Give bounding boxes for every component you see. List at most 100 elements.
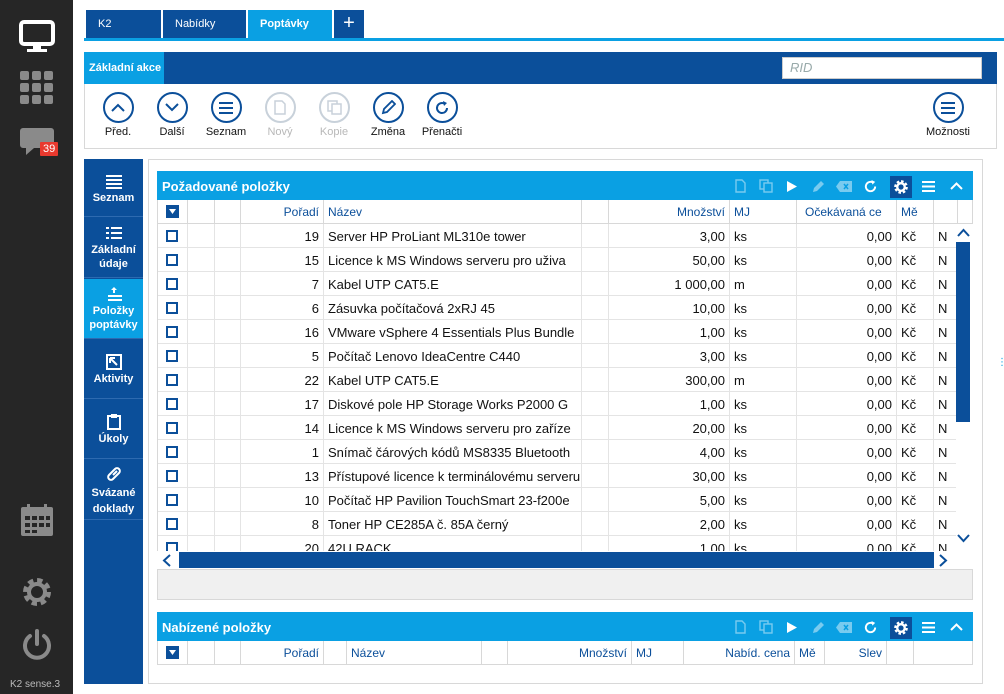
collapse-icon[interactable] (947, 177, 965, 195)
cell-mj: ks (730, 296, 797, 320)
basic-actions-tab[interactable]: Základní akce (84, 52, 164, 84)
new-button[interactable]: Nový (255, 92, 305, 138)
table-row[interactable]: 1 Snímač čárových kódů MS8335 Bluetooth 4,… (158, 440, 956, 464)
column-header-mj[interactable]: MJ (730, 200, 797, 223)
edit-button[interactable]: Změna (363, 92, 413, 138)
nav-item-polozky-poptavky[interactable]: Položky poptávky (84, 279, 143, 339)
rid-input[interactable]: RID (782, 57, 982, 79)
gear-icon[interactable] (890, 176, 912, 198)
delete-icon[interactable] (835, 618, 853, 636)
vertical-scroll-thumb[interactable] (956, 242, 970, 422)
column-header-poradi[interactable]: Pořadí (241, 200, 324, 223)
scroll-down-icon[interactable] (957, 534, 970, 543)
add-tab-button[interactable]: + (334, 10, 364, 39)
select-all-checkbox[interactable] (166, 205, 179, 218)
table-row[interactable]: 17 Diskové pole HP Storage Works P2000 G 1… (158, 392, 956, 416)
play-icon[interactable] (783, 177, 801, 195)
activity-icon (84, 346, 143, 370)
row-checkbox[interactable] (166, 278, 178, 290)
horizontal-scroll-thumb[interactable] (179, 552, 934, 568)
nav-item-seznam[interactable]: Seznam (84, 159, 143, 217)
row-checkbox[interactable] (166, 254, 178, 266)
refresh-icon[interactable] (861, 177, 879, 195)
column-header-poradi[interactable]: Pořadí (241, 641, 324, 664)
table-row[interactable]: 20 42U RACK 1,00 ks 0,00 Kč N (158, 536, 956, 551)
cell-poradi: 16 (241, 320, 324, 344)
column-header-mnozstvi[interactable]: Množství (508, 641, 632, 664)
chat-icon[interactable] (0, 116, 73, 166)
column-header-slev[interactable]: Slev (825, 641, 887, 664)
tab-k2[interactable]: K2 (86, 10, 161, 39)
table-row[interactable]: 6 Zásuvka počítačová 2xRJ 45 10,00 ks 0,00 Kč… (158, 296, 956, 320)
pencil-icon[interactable] (809, 618, 827, 636)
row-checkbox[interactable] (166, 326, 178, 338)
options-button[interactable]: Možnosti (923, 92, 973, 138)
row-checkbox[interactable] (166, 422, 178, 434)
next-button[interactable]: Další (147, 92, 197, 138)
pencil-icon[interactable] (809, 177, 827, 195)
row-checkbox[interactable] (166, 350, 178, 362)
horizontal-scrollbar[interactable] (157, 551, 956, 569)
row-checkbox[interactable] (166, 446, 178, 458)
gear-icon[interactable] (890, 617, 912, 639)
scroll-right-icon[interactable] (939, 554, 948, 567)
vertical-scrollbar[interactable] (956, 224, 972, 551)
row-checkbox[interactable] (166, 302, 178, 314)
select-all-checkbox[interactable] (166, 646, 179, 659)
table-row[interactable]: 15 Licence k MS Windows serveru pro uživa… (158, 248, 956, 272)
collapse-icon[interactable] (947, 618, 965, 636)
menu-icon[interactable] (919, 618, 937, 636)
table-row[interactable]: 7 Kabel UTP CAT5.E 1 000,00 m 0,00 Kč N (158, 272, 956, 296)
scroll-up-icon[interactable] (957, 228, 970, 237)
new-document-icon[interactable] (731, 177, 749, 195)
column-header-mj[interactable]: MJ (632, 641, 684, 664)
column-header-mnozstvi[interactable]: Množství (609, 200, 730, 223)
table-row[interactable]: 16 VMware vSphere 4 Essentials Plus Bundl… (158, 320, 956, 344)
row-checkbox[interactable] (166, 494, 178, 506)
prev-button[interactable]: Před. (93, 92, 143, 138)
column-header-nabid-cena[interactable]: Nabíd. cena (684, 641, 795, 664)
table-row[interactable]: 19 Server HP ProLiant ML310e tower 3,00 ks 0… (158, 224, 956, 248)
calendar-icon[interactable] (0, 495, 73, 545)
delete-icon[interactable] (835, 177, 853, 195)
nav-item-ukoly[interactable]: Úkoly (84, 400, 143, 459)
monitor-icon[interactable] (0, 12, 73, 62)
table-row[interactable]: 13 Přístupové licence k terminálovému ser… (158, 464, 956, 488)
column-header-nazev[interactable]: Název (324, 200, 582, 223)
table-row[interactable]: 10 Počítač HP Pavilion TouchSmart 23-f200… (158, 488, 956, 512)
table-row[interactable]: 8 Toner HP CE285A č. 85A černý 2,00 ks 0,00 K… (158, 512, 956, 536)
copy-button[interactable]: Kopie (309, 92, 359, 138)
nav-item-svazane-doklady[interactable]: Svázané doklady (84, 460, 143, 520)
tab-nabidky[interactable]: Nabídky (163, 10, 246, 39)
play-icon[interactable] (783, 618, 801, 636)
nav-item-zakladni-udaje[interactable]: Základní údaje (84, 218, 143, 278)
table-row[interactable]: 5 Počítač Lenovo IdeaCentre C440 3,00 ks 0,0… (158, 344, 956, 368)
menu-icon[interactable] (919, 177, 937, 195)
refresh-icon[interactable] (861, 618, 879, 636)
column-header-ocekavana-cena[interactable]: Očekávaná ce (797, 200, 897, 223)
copy-icon[interactable] (757, 177, 775, 195)
row-checkbox[interactable] (166, 398, 178, 410)
cell-nazev: Licence k MS Windows serveru pro uživa (324, 248, 582, 272)
row-checkbox[interactable] (166, 518, 178, 530)
reload-button[interactable]: Přenačti (417, 92, 467, 138)
row-checkbox[interactable] (166, 542, 178, 551)
nav-item-aktivity[interactable]: Aktivity (84, 340, 143, 399)
row-checkbox[interactable] (166, 374, 178, 386)
power-icon[interactable] (0, 620, 73, 670)
table-row[interactable]: 22 Kabel UTP CAT5.E 300,00 m 0,00 Kč N (158, 368, 956, 392)
column-header-mena[interactable]: Mě (795, 641, 825, 664)
table-row[interactable]: 14 Licence k MS Windows serveru pro zaříz… (158, 416, 956, 440)
column-header-nazev[interactable]: Název (347, 641, 482, 664)
new-document-icon[interactable] (731, 618, 749, 636)
copy-icon[interactable] (757, 618, 775, 636)
splitter-handle[interactable]: ⋮ (997, 358, 1004, 368)
list-button[interactable]: Seznam (201, 92, 251, 138)
tab-poptavky[interactable]: Poptávky (248, 10, 332, 39)
gear-icon[interactable] (0, 567, 73, 617)
row-checkbox[interactable] (166, 230, 178, 242)
row-checkbox[interactable] (166, 470, 178, 482)
apps-grid-icon[interactable] (0, 63, 73, 113)
column-header-mena[interactable]: Mě (897, 200, 934, 223)
scroll-left-icon[interactable] (162, 554, 171, 567)
